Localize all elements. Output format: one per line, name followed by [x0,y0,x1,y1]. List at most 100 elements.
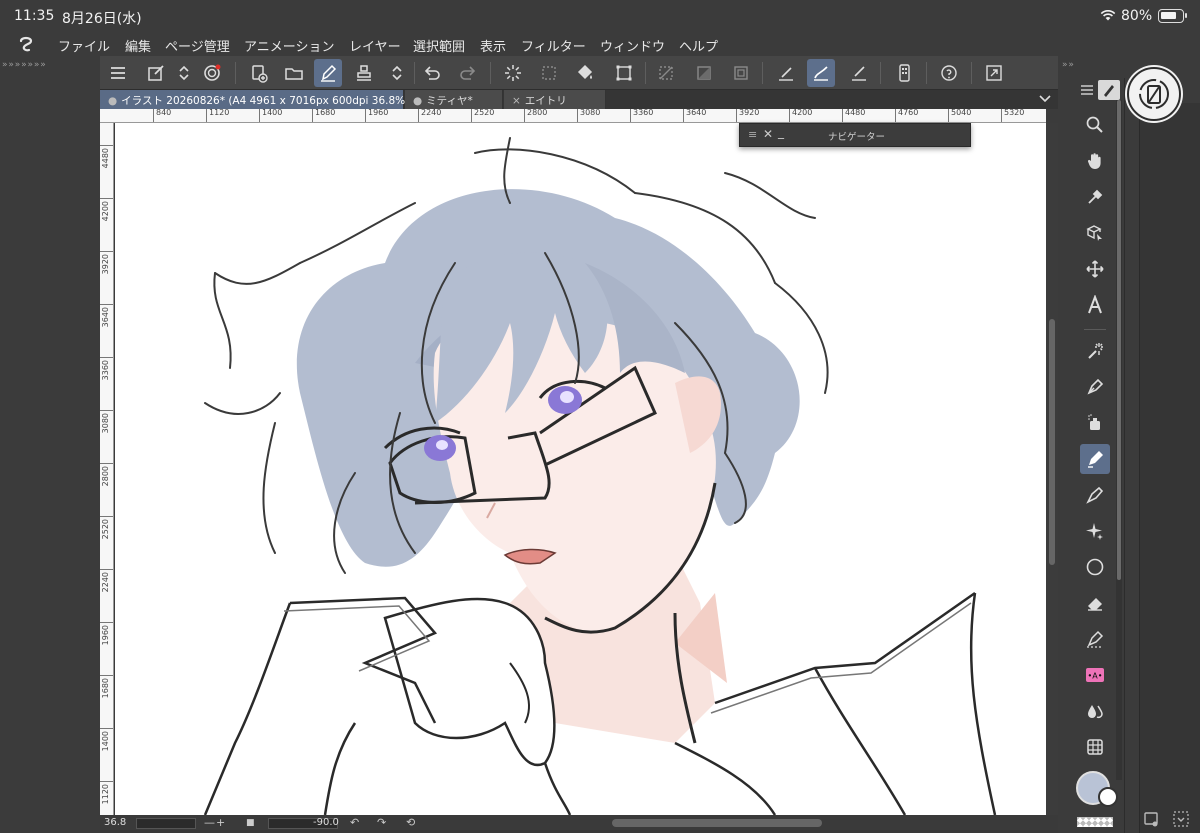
ruler-label: 1120 [206,109,229,122]
tool-blend[interactable] [1080,696,1110,726]
left-dock-collapse-arrows[interactable]: » » » » » » » [2,60,46,70]
tab-illust[interactable]: ● イラスト 20260826* (A4 4961 x 7016px 600dpi… [100,90,409,109]
scroll-thumb[interactable] [1117,100,1121,580]
main-menu-button[interactable] [104,59,132,87]
transform-button[interactable] [610,59,638,87]
rotate-left-button[interactable]: ↶ [350,816,359,829]
fit-button[interactable]: ■ [246,818,255,828]
menu-page-management[interactable]: ページ管理 [165,36,230,55]
tool-move-view[interactable] [1080,146,1110,176]
deselect-button[interactable] [652,59,680,87]
invert-selection-button[interactable] [690,59,718,87]
redo-button[interactable] [454,59,482,87]
fill-selection-button[interactable] [571,59,599,87]
fullscreen-button[interactable] [980,59,1008,87]
clip-studio-logo-icon[interactable] [17,35,35,53]
chevron-down-icon[interactable] [1038,92,1052,106]
tool-eraser[interactable] [1080,588,1110,618]
zoom-value[interactable]: 36.8 [104,817,126,828]
clip-studio-button[interactable] [198,59,226,87]
drag-handle-icon[interactable]: ≡ [748,128,757,141]
special-ruler-snap-button[interactable] [807,59,835,87]
open-button[interactable] [280,59,308,87]
zoom-slider[interactable] [136,818,196,829]
command-bar-scroll-button[interactable] [170,59,198,87]
eyedropper-icon [1088,189,1103,204]
menu-view[interactable]: 表示 [480,36,506,55]
menu-help[interactable]: ヘルプ [679,36,718,55]
menu-edit[interactable]: 編集 [125,36,151,55]
tab-mitiya[interactable]: ● ミティヤ* [405,90,503,109]
zoom-in-button[interactable]: + [216,816,225,829]
palette-menu-icon[interactable] [1080,84,1094,96]
tool-move-layer[interactable] [1080,254,1110,284]
undo-icon [424,66,440,80]
selection-border-button[interactable] [727,59,755,87]
menu-selection[interactable]: 選択範囲 [413,36,465,55]
tool-zoom[interactable] [1080,110,1110,140]
new-button[interactable] [245,59,273,87]
reset-rotation-button[interactable]: ⟲ [406,816,415,829]
fill-button[interactable] [350,59,378,87]
pen-button[interactable] [314,59,342,87]
close-tab-icon[interactable]: × [512,95,521,107]
sub-color-swatch[interactable] [1098,787,1118,807]
tool-pen-fill[interactable] [1080,372,1110,402]
face-stamp-icon: •A• [1086,668,1104,682]
tool-emoji-material[interactable]: •A• [1080,660,1110,690]
navigator-panel[interactable]: ≡ ✕ _ ナビゲーター [739,123,971,147]
navigator-title: ナビゲーター [828,132,886,143]
menu-filter[interactable]: フィルター [521,36,586,55]
tool-palette-scrollbar[interactable] [1116,100,1122,780]
tool-correct-line[interactable] [1080,624,1110,654]
command-bar-scroll-button-2[interactable] [383,59,411,87]
canvas-vertical-scrollbar[interactable] [1046,123,1058,815]
scroll-thumb[interactable] [1049,319,1055,565]
close-icon[interactable]: ✕ [763,127,773,141]
right-dock [1124,78,1200,833]
tool-operation[interactable] [1080,218,1110,248]
canvas-horizontal-scrollbar[interactable] [612,819,822,827]
tool-decoration[interactable] [1080,516,1110,546]
command-bar [100,56,1058,90]
right-dock-collapse-arrows[interactable]: » » [1062,60,1074,70]
transparent-color-swatch[interactable] [1077,817,1113,827]
tab-label: エイトリ [524,95,567,107]
menu-animation[interactable]: アニメーション [244,36,334,55]
tool-figure[interactable] [1080,552,1110,582]
stamp-icon [357,65,371,81]
tool-eyedropper[interactable] [1080,182,1110,212]
tool-pen[interactable] [1080,444,1110,474]
hamburger-icon [111,67,125,79]
rotate-right-button[interactable]: ↷ [377,816,386,829]
drawing-canvas[interactable] [115,123,1046,815]
tool-pencil-brush[interactable] [1080,480,1110,510]
tool-text[interactable] [1080,290,1110,320]
clear-outside-selection-button[interactable] [535,59,563,87]
zoom-out-button[interactable]: — [204,816,215,829]
tool-palette-tab[interactable] [1098,80,1120,100]
menu-window[interactable]: ウィンドウ [600,36,665,55]
layer-panel-button-icon[interactable] [1142,810,1160,828]
layer-property-icon[interactable] [1172,810,1190,828]
tool-gradient-fill[interactable] [1080,732,1110,762]
tips-button[interactable] [935,59,963,87]
ruler-label: 3360 [630,109,653,122]
grid-snap-button[interactable] [845,59,873,87]
clear-button[interactable] [499,59,527,87]
ruler-label: 3080 [577,109,600,122]
tab-eitori[interactable]: × エイトリ [504,90,606,109]
undo-button[interactable] [418,59,446,87]
edit-canvas-button[interactable] [142,59,170,87]
menu-file[interactable]: ファイル [58,36,110,55]
rotation-angle[interactable]: -90.0 [313,817,339,828]
companion-mode-button[interactable] [890,59,918,87]
ruler-snap-button[interactable] [772,59,800,87]
tool-airbrush[interactable] [1080,408,1110,438]
sync-status-button[interactable] [1127,67,1181,121]
menu-layer[interactable]: レイヤー [349,36,401,55]
ruler-label: 5040 [948,109,971,122]
tool-auto-select[interactable] [1080,336,1110,366]
ruler-label: 1400 [259,109,282,122]
minimize-icon[interactable]: _ [778,125,784,139]
